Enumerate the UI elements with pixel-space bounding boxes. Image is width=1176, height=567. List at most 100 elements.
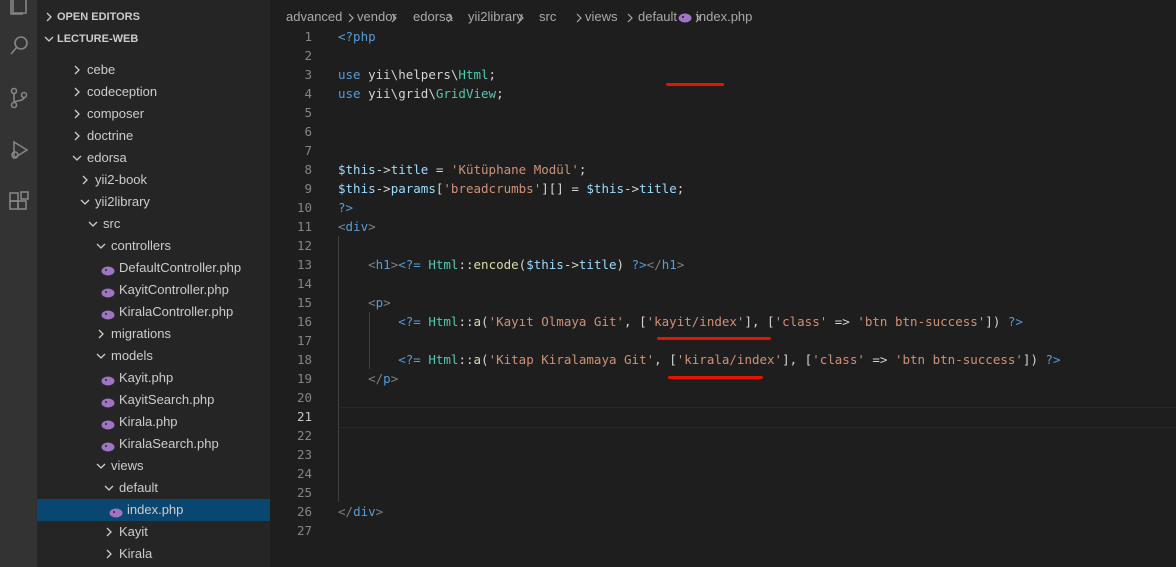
- tree-folder[interactable]: views: [37, 455, 270, 477]
- line-number: 21: [296, 409, 312, 424]
- tree-folder[interactable]: codeception: [37, 81, 270, 103]
- explorer-icon[interactable]: [0, 0, 37, 22]
- code-line[interactable]: use yii\grid\GridView;: [338, 84, 504, 103]
- line-number: 15: [296, 295, 312, 310]
- php-file-icon: [101, 372, 115, 386]
- code-token: (: [481, 352, 489, 367]
- line-number: 5: [304, 105, 312, 120]
- tree-folder[interactable]: composer: [37, 103, 270, 125]
- code-line[interactable]: <div>: [338, 217, 376, 236]
- tree-file[interactable]: DefaultController.php: [37, 257, 270, 279]
- search-icon[interactable]: [0, 28, 37, 64]
- code-token: a: [473, 352, 482, 367]
- tree-folder[interactable]: src: [37, 213, 270, 235]
- tree-file[interactable]: Kayit.php: [37, 367, 270, 389]
- run-debug-icon[interactable]: [0, 132, 37, 168]
- tree-item-label: KayitController.php: [119, 282, 229, 297]
- code-token: 'btn btn-success': [894, 352, 1023, 367]
- code-line[interactable]: $this->title = 'Kütüphane Modül';: [338, 160, 586, 179]
- code-token: ;: [496, 86, 504, 101]
- breadcrumb-item[interactable]: yii2library: [468, 9, 523, 24]
- code-token: <?=: [398, 352, 429, 367]
- breadcrumb-item[interactable]: advanced: [286, 9, 342, 24]
- code-line[interactable]: </p>: [338, 369, 398, 388]
- code-line[interactable]: <?php: [338, 27, 376, 46]
- annotation-underline: [668, 376, 763, 379]
- tree-folder[interactable]: migrations: [37, 323, 270, 345]
- php-file-icon: [101, 284, 115, 298]
- extensions-icon[interactable]: [0, 184, 37, 220]
- line-number: 18: [296, 352, 312, 367]
- breadcrumb-item[interactable]: src: [539, 9, 556, 24]
- tree-item-label: Kirala.php: [119, 414, 178, 429]
- line-number: 10: [296, 200, 312, 215]
- tree-folder[interactable]: yii2-book: [37, 169, 270, 191]
- tree-file[interactable]: Kirala.php: [37, 411, 270, 433]
- tree-folder[interactable]: edorsa: [37, 147, 270, 169]
- line-number: 13: [296, 257, 312, 272]
- activity-bar: [0, 0, 37, 567]
- code-token: >: [676, 257, 685, 272]
- tree-file[interactable]: KayitSearch.php: [37, 389, 270, 411]
- tree-item-label: KayitSearch.php: [119, 392, 215, 407]
- breadcrumb-item[interactable]: views: [585, 9, 618, 24]
- php-file-icon: [101, 394, 115, 408]
- code-token: 'kayit/index': [646, 314, 745, 329]
- tree-row-cut: bower-asset: [37, 41, 270, 50]
- tree-file[interactable]: KiralaController.php: [37, 301, 270, 323]
- code-token: ?>: [338, 200, 354, 215]
- chevron-right-icon: [446, 9, 454, 27]
- breadcrumb-item[interactable]: default: [638, 9, 677, 24]
- tree-folder[interactable]: Kirala: [37, 543, 270, 565]
- code-line[interactable]: $this->params['breadcrumbs'][] = $this->…: [338, 179, 684, 198]
- tree-folder[interactable]: controllers: [37, 235, 270, 257]
- chevron-right-icon: [101, 543, 117, 565]
- tree-folder[interactable]: yii2library: [37, 191, 270, 213]
- code-token: , [: [624, 314, 647, 329]
- code-line[interactable]: <?= Html::a('Kitap Kiralamaya Git', ['ki…: [338, 350, 1060, 369]
- code-line[interactable]: use yii\helpers\Html;: [338, 65, 496, 84]
- php-file-icon: [101, 416, 115, 430]
- open-editors-header[interactable]: OPEN EDITORS: [37, 6, 270, 28]
- code-token: </: [646, 257, 662, 272]
- open-editors-label: OPEN EDITORS: [57, 11, 140, 23]
- tree-folder[interactable]: Kayit: [37, 521, 270, 543]
- code-token: use: [338, 67, 369, 82]
- tree-item-label: index.php: [127, 502, 184, 517]
- code-token: $this: [526, 257, 564, 272]
- code-token: <?=: [398, 257, 429, 272]
- code-line[interactable]: <?= Html::a('Kayıt Olmaya Git', ['kayit/…: [338, 312, 1023, 331]
- tree-folder[interactable]: doctrine: [37, 125, 270, 147]
- line-number: 6: [304, 124, 312, 139]
- code-token: 'class': [812, 352, 865, 367]
- chevron-down-icon: [93, 345, 109, 367]
- tree-folder[interactable]: models: [37, 345, 270, 367]
- indent-guide: [338, 236, 339, 502]
- breadcrumb-item[interactable]: index.php: [696, 9, 752, 24]
- tree-item-label: composer: [87, 106, 145, 121]
- code-line[interactable]: <h1><?= Html::encode($this->title) ?></h…: [338, 255, 684, 274]
- tree-folder[interactable]: cebe: [37, 59, 270, 81]
- code-token: ->: [563, 257, 579, 272]
- tree-file[interactable]: index.php: [37, 499, 270, 521]
- chevron-right-icon: [626, 9, 634, 27]
- chevron-right-icon: [101, 521, 117, 543]
- code-token: Html: [428, 314, 459, 329]
- tree-folder[interactable]: default: [37, 477, 270, 499]
- code-token: <: [368, 295, 376, 310]
- tree-file[interactable]: KiralaSearch.php: [37, 433, 270, 455]
- code-token: a: [473, 314, 482, 329]
- code-token: 'breadcrumbs': [443, 181, 542, 196]
- code-line[interactable]: ?>: [338, 198, 353, 217]
- code-token: ?>: [631, 257, 647, 272]
- tree-file[interactable]: KayitController.php: [37, 279, 270, 301]
- code-line[interactable]: <p>: [338, 293, 391, 312]
- source-control-icon[interactable]: [0, 80, 37, 116]
- chevron-down-icon: [77, 191, 93, 213]
- tree-item-label: Kayit: [119, 524, 148, 539]
- chevron-down-icon: [93, 235, 109, 257]
- code-line[interactable]: </div>: [338, 502, 383, 521]
- tree-item-label: migrations: [111, 326, 171, 341]
- code-token: h1: [375, 257, 391, 272]
